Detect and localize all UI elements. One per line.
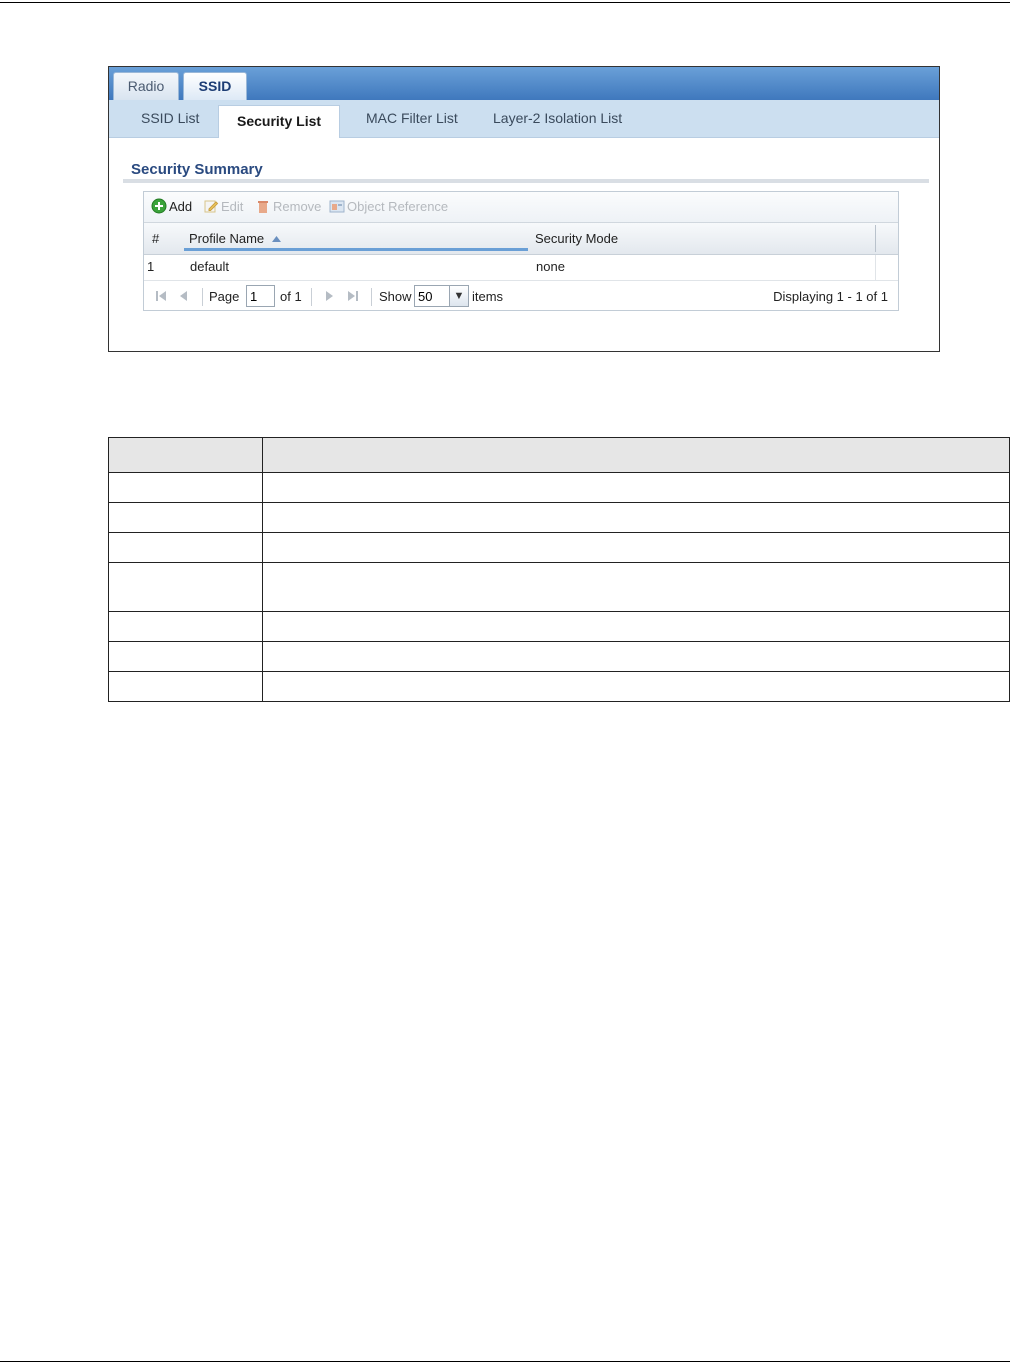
main-tab-bar: Radio SSID (109, 67, 939, 100)
show-label: Show (379, 289, 412, 304)
add-icon (151, 198, 167, 214)
cell-security-mode: none (536, 259, 565, 274)
column-divider (875, 225, 876, 252)
edit-label: Edit (221, 199, 244, 214)
remove-label: Remove (273, 199, 322, 214)
table-header-row (108, 437, 1010, 473)
add-label: Add (169, 199, 193, 214)
security-profile-grid: Add Edit Remove Object Reference # Profi… (143, 191, 899, 311)
remove-button[interactable]: Remove (255, 198, 321, 216)
subtab-layer2-isolation-list[interactable]: Layer-2 Isolation List (493, 100, 622, 137)
subtab-security-list[interactable]: Security List (218, 105, 341, 138)
table-row (108, 532, 1010, 563)
trash-icon (258, 201, 268, 213)
ssid-security-panel: Radio SSID SSID List Security List MAC F… (108, 66, 940, 352)
table-row (108, 562, 1010, 612)
edit-icon (204, 200, 219, 213)
profile-name-header-label: Profile Name (189, 231, 265, 246)
sub-tab-bar: SSID List Security List MAC Filter List … (109, 100, 939, 138)
table-row (108, 611, 1010, 642)
table-row[interactable]: 1 default none (144, 255, 898, 281)
cell-profile-name: default (190, 259, 230, 274)
column-divider (875, 255, 876, 280)
grid-toolbar: Add Edit Remove Object Reference (144, 192, 898, 223)
chevron-down-icon[interactable]: ▼ (449, 285, 469, 307)
column-header-profile-name[interactable]: Profile Name (184, 223, 528, 251)
pager-separator (371, 288, 372, 306)
next-page-icon[interactable] (322, 289, 336, 303)
first-page-icon[interactable] (154, 289, 168, 303)
previous-page-icon[interactable] (177, 289, 191, 303)
table-row (108, 472, 1010, 503)
subtab-mac-filter-list[interactable]: MAC Filter List (366, 100, 458, 137)
subtab-ssid-list[interactable]: SSID List (141, 100, 199, 137)
grid-pager: Page of 1 Show ▼ items Displaying 1 - 1 … (144, 281, 898, 312)
pager-separator (311, 288, 312, 306)
edit-button[interactable]: Edit (203, 198, 243, 216)
header-rule (0, 2, 1010, 3)
column-header-security-mode[interactable]: Security Mode (535, 223, 618, 254)
footer-rule (0, 1361, 1010, 1362)
table-row (108, 502, 1010, 533)
page-size-select[interactable] (414, 285, 450, 307)
last-page-icon[interactable] (346, 289, 360, 303)
tab-ssid[interactable]: SSID (183, 72, 247, 100)
page-label: Page (209, 289, 240, 304)
tab-radio[interactable]: Radio (113, 72, 179, 100)
section-divider (123, 179, 929, 183)
page-count-label: of 1 (280, 289, 302, 304)
page-number-input[interactable] (246, 285, 275, 307)
pager-separator (202, 288, 203, 306)
field-description-table (108, 437, 1010, 702)
table-row (108, 641, 1010, 672)
sort-ascending-icon (271, 236, 281, 242)
table-row (108, 671, 1010, 702)
items-label: items (472, 289, 504, 304)
grid-header: # Profile Name Security Mode (144, 223, 898, 255)
add-button[interactable]: Add (151, 198, 192, 216)
section-title: Security Summary (131, 161, 263, 178)
column-header-index[interactable]: # (152, 223, 159, 254)
object-reference-button[interactable]: Object Reference (329, 198, 448, 216)
cell-index: 1 (147, 259, 155, 274)
object-reference-icon (329, 200, 345, 213)
displaying-status: Displaying 1 - 1 of 1 (773, 289, 888, 304)
object-reference-label: Object Reference (347, 199, 449, 214)
